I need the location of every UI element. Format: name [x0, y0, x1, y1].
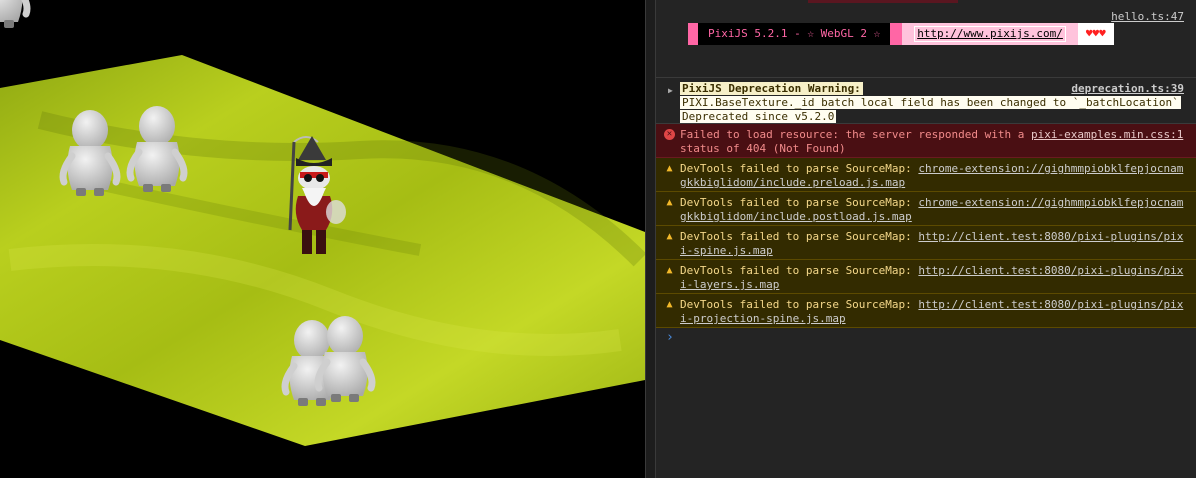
sourcemap-link[interactable]: http://client.test:8080/pixi-plugins/pix: [918, 230, 1183, 243]
panel-resize-handle[interactable]: [645, 0, 656, 478]
sourcemap-link[interactable]: http://client.test:8080/pixi-plugins/pix: [918, 264, 1183, 277]
ghost-character[interactable]: [0, 0, 31, 28]
deprecation-since: Deprecated since v5.2.0: [680, 110, 837, 123]
sourcemap-link[interactable]: i-spine.js.map: [680, 244, 773, 257]
pixi-banner: PixiJS 5.2.1 - ☆ WebGL 2 ☆ http://www.pi…: [688, 23, 1114, 45]
console-message-warning: ▲ DevTools failed to parse SourceMap: ch…: [656, 158, 1196, 192]
warning-icon: ▲: [666, 231, 673, 242]
sourcemap-link[interactable]: chrome-extension://gighmmpiobklfepjocnam: [918, 196, 1183, 209]
error-icon: ✕: [664, 129, 675, 140]
sourcemap-link[interactable]: i-layers.js.map: [680, 278, 779, 291]
console-message-warning: ▲ DevTools failed to parse SourceMap: ch…: [656, 192, 1196, 226]
error-resource-link[interactable]: pixi-examples.min.css:1: [1031, 128, 1183, 141]
deprecation-line: PIXI.BaseTexture._id batch local field h…: [680, 96, 1181, 109]
console-message-warning: ▲ DevTools failed to parse SourceMap: ht…: [656, 226, 1196, 260]
sourcemap-link[interactable]: gkkbiglidom/include.postload.js.map: [680, 210, 912, 223]
console-message-banner: hello.ts:47 PixiJS 5.2.1 - ☆ WebGL 2 ☆ h…: [656, 0, 1196, 78]
console-prompt-icon[interactable]: ›: [666, 331, 674, 345]
game-canvas[interactable]: [0, 0, 645, 478]
sourcemap-link[interactable]: chrome-extension://gighmmpiobklfepjocnam: [918, 162, 1183, 175]
sourcemap-link[interactable]: gkkbiglidom/include.preload.js.map: [680, 176, 905, 189]
sourcemap-link[interactable]: i-projection-spine.js.map: [680, 312, 846, 325]
expand-triangle-icon[interactable]: ▶: [668, 84, 673, 98]
pixi-version-label: PixiJS 5.2.1 - ☆ WebGL 2 ☆: [698, 23, 891, 45]
sourcemap-link[interactable]: http://client.test:8080/pixi-plugins/pix: [918, 298, 1183, 311]
warning-icon: ▲: [666, 163, 673, 174]
warning-icon: ▲: [666, 265, 673, 276]
pixi-url-link[interactable]: http://www.pixijs.com/: [914, 26, 1066, 42]
message-source-link[interactable]: hello.ts:47: [1111, 10, 1184, 24]
hearts-label: ♥♥♥: [1077, 23, 1114, 45]
warning-icon: ▲: [666, 197, 673, 208]
console-message-warning: ▲ DevTools failed to parse SourceMap: ht…: [656, 294, 1196, 328]
console-message-deprecation: ▶ deprecation.ts:39 PixiJS Deprecation W…: [656, 78, 1196, 124]
deprecation-title: PixiJS Deprecation Warning:: [680, 82, 863, 95]
console-message-warning: ▲ DevTools failed to parse SourceMap: ht…: [656, 260, 1196, 294]
console-message-error: ✕ Failed to load resource: the server re…: [656, 124, 1196, 158]
game-scene: [0, 0, 645, 446]
devtools-console: hello.ts:47 PixiJS 5.2.1 - ☆ WebGL 2 ☆ h…: [656, 0, 1196, 478]
warning-icon: ▲: [666, 299, 673, 310]
